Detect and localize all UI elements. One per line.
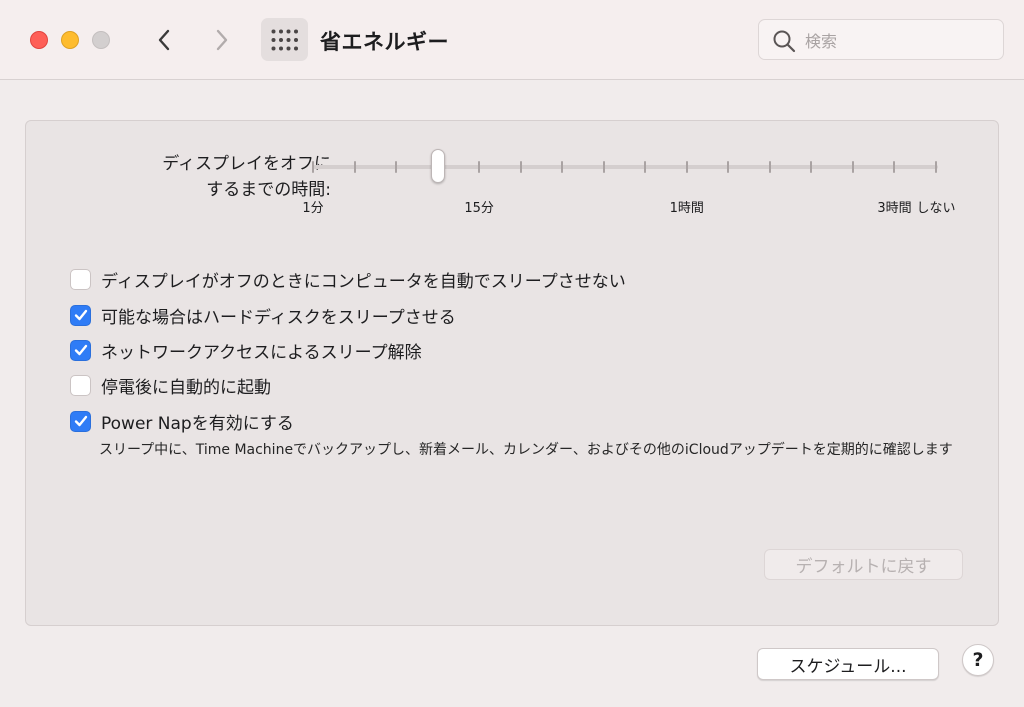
restore-defaults-button[interactable]: デフォルトに戻す [764, 549, 963, 580]
checkmark-icon [74, 415, 87, 427]
energy-saver-panel: ディスプレイをオフに するまでの時間: ディスプレイがオフのときにコンピュータを… [25, 120, 999, 626]
display-sleep-label-line2: するまでの時間: [206, 180, 331, 200]
back-button[interactable] [148, 24, 180, 56]
slider-tick [478, 161, 481, 173]
slider-tick-label: 3時間 [877, 201, 912, 216]
slider-tick [768, 161, 771, 173]
slider-tick [851, 161, 854, 173]
option-auto-start[interactable]: 停電後に自動的に起動 [70, 372, 271, 398]
grid-icon [271, 29, 298, 50]
slider-tick [312, 161, 314, 173]
slider-tick [561, 161, 564, 173]
option-label: Power Napを有効にする [101, 413, 294, 434]
forward-button[interactable] [206, 24, 238, 56]
slider-tick-label: 1時間 [669, 201, 704, 216]
zoom-window-button[interactable] [92, 31, 110, 49]
display-sleep-label-line1: ディスプレイをオフに [162, 154, 331, 174]
power-nap-description: スリープ中に、Time Machineでバックアップし、新着メール、カレンダー、… [99, 442, 953, 458]
checkmark-icon [74, 309, 87, 321]
checkbox-auto-start[interactable] [70, 374, 91, 396]
slider-tick-label: 15分 [464, 201, 494, 216]
slider-track[interactable] [313, 165, 938, 169]
show-all-button[interactable] [261, 18, 308, 61]
slider-tick [685, 161, 688, 173]
search-input[interactable] [803, 28, 997, 54]
display-sleep-label: ディスプレイをオフに するまでの時間: [111, 151, 331, 203]
help-button[interactable]: ? [962, 644, 994, 676]
window-title: 省エネルギー [320, 30, 449, 54]
checkbox-network-wake[interactable] [70, 339, 91, 361]
option-label: 可能な場合はハードディスクをスリープさせる [101, 307, 456, 328]
slider-tick [644, 161, 647, 173]
option-power-nap[interactable]: Power Napを有効にする [70, 408, 294, 434]
minimize-window-button[interactable] [61, 31, 79, 49]
option-prevent-sleep[interactable]: ディスプレイがオフのときにコンピュータを自動でスリープさせない [70, 266, 626, 292]
search-field[interactable] [758, 19, 1004, 60]
schedule-button[interactable]: スケジュール... [757, 648, 939, 680]
chevron-left-icon [158, 29, 170, 51]
slider-tick-label: しない [916, 201, 956, 216]
slider-tick [519, 161, 522, 173]
search-icon [773, 30, 796, 53]
checkbox-power-nap[interactable] [70, 410, 91, 432]
checkbox-disk-sleep[interactable] [70, 304, 91, 326]
slider-tick [395, 161, 398, 173]
slider-tick [602, 161, 605, 173]
checkbox-prevent-sleep[interactable] [70, 268, 91, 290]
slider-tick [935, 161, 937, 173]
option-label: ネットワークアクセスによるスリープ解除 [101, 342, 422, 363]
slider-tick [353, 161, 356, 173]
close-window-button[interactable] [30, 31, 48, 49]
chevron-right-icon [216, 29, 228, 51]
checkmark-icon [74, 344, 87, 356]
option-disk-sleep[interactable]: 可能な場合はハードディスクをスリープさせる [70, 302, 456, 328]
slider-tick-label: 1分 [302, 201, 324, 216]
option-network-wake[interactable]: ネットワークアクセスによるスリープ解除 [70, 337, 422, 363]
option-label: 停電後に自動的に起動 [101, 377, 271, 398]
title-bar: 省エネルギー [0, 0, 1024, 80]
slider-thumb[interactable] [430, 149, 445, 183]
option-label: ディスプレイがオフのときにコンピュータを自動でスリープさせない [101, 271, 626, 292]
